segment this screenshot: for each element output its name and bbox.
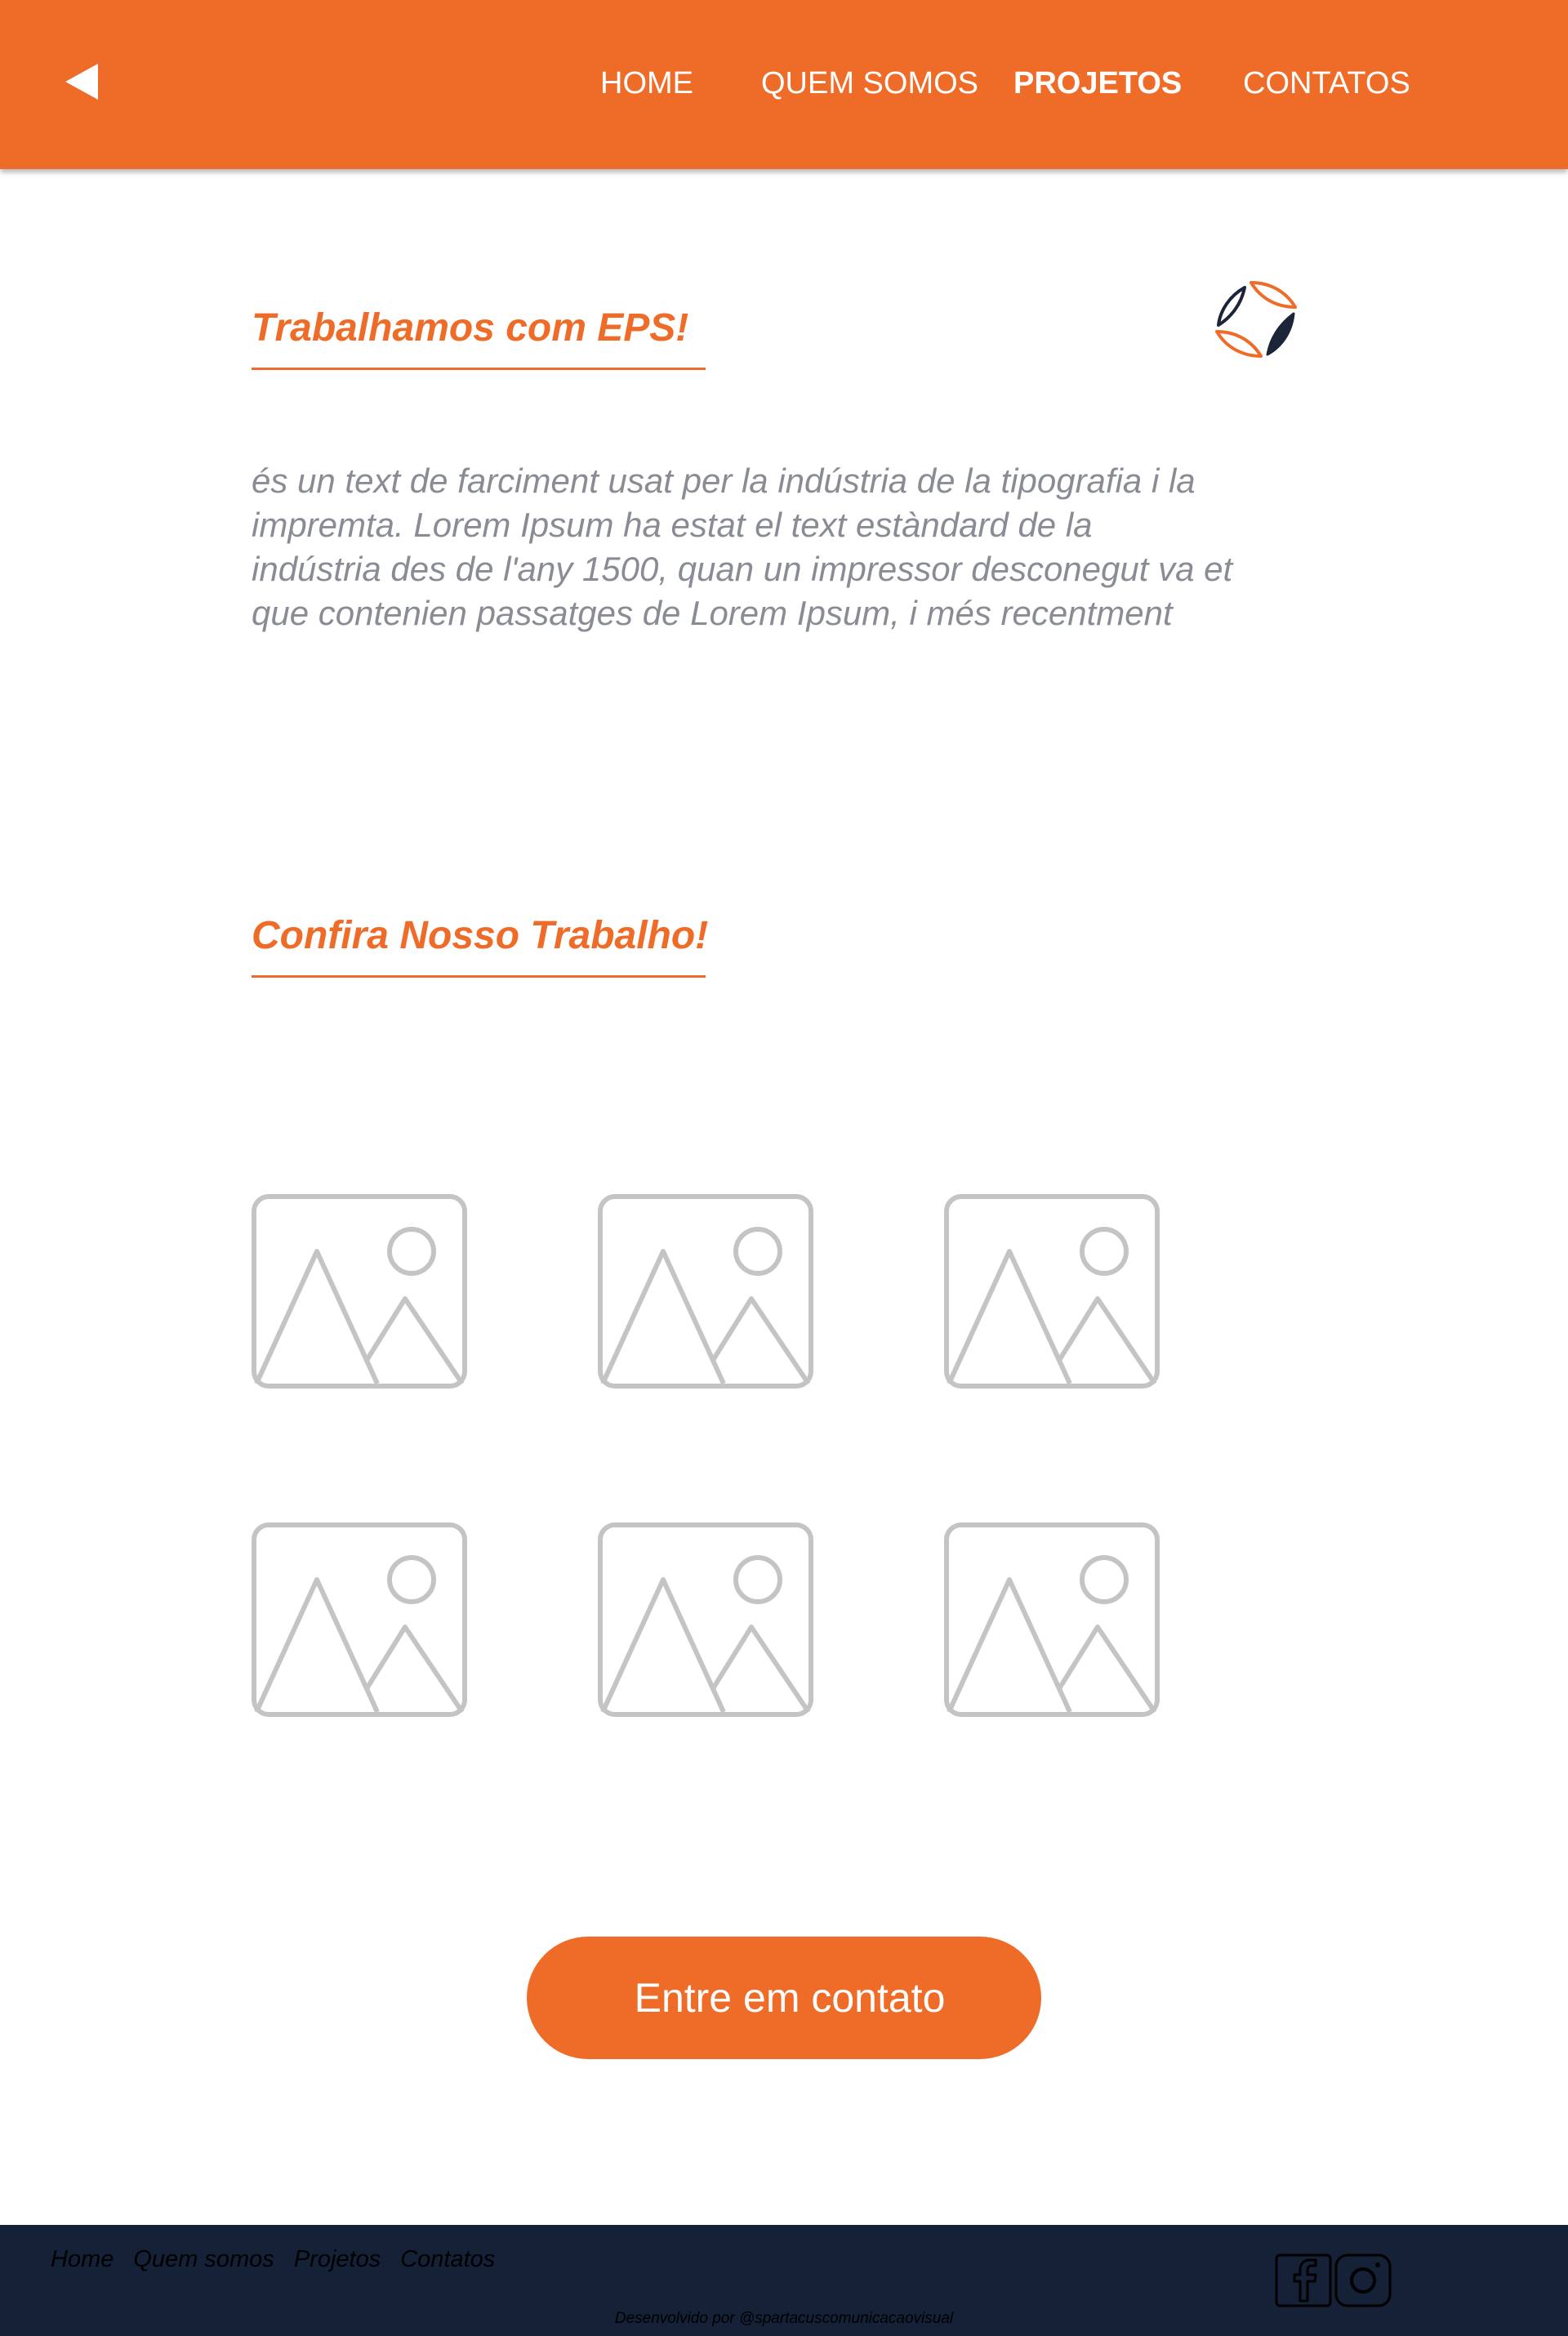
brand-logo-icon [1215, 281, 1297, 358]
instagram-link[interactable] [1334, 2254, 1392, 2307]
image-placeholder-icon [944, 1522, 1160, 1717]
image-placeholder-icon [598, 1194, 813, 1389]
facebook-link[interactable] [1275, 2254, 1332, 2307]
contact-cta-button[interactable]: Entre em contato [527, 1937, 1041, 2059]
brand-logo [1207, 278, 1305, 359]
image-placeholder-icon [252, 1522, 467, 1717]
gallery-item[interactable] [944, 1522, 1160, 1717]
image-placeholder-icon [252, 1194, 467, 1389]
image-placeholder-icon [598, 1522, 813, 1717]
back-button[interactable] [54, 49, 119, 114]
top-navbar: HOME QUEM SOMOS PROJETOS CONTATOS [0, 0, 1568, 169]
footer-link-contatos[interactable]: Contatos [400, 2241, 495, 2277]
facebook-icon [1275, 2254, 1332, 2307]
nav-item-quem-somos[interactable]: QUEM SOMOS [761, 64, 978, 103]
footer-link-quem-somos[interactable]: Quem somos [133, 2241, 274, 2277]
footer-link-projetos[interactable]: Projetos [294, 2241, 381, 2277]
footer: Home Quem somos Projetos Contatos Desenv… [0, 2225, 1568, 2336]
about-text: és un text de farciment usat per la indú… [252, 461, 1233, 632]
footer-credit: Desenvolvido por @spartacuscomunicacaovi… [614, 2310, 954, 2327]
nav-item-home[interactable]: HOME [600, 64, 693, 103]
gallery-item[interactable] [598, 1522, 813, 1717]
nav-item-projetos[interactable]: PROJETOS [1013, 64, 1182, 103]
back-triangle-icon [65, 64, 98, 100]
image-placeholder-icon [944, 1194, 1160, 1389]
gallery-item[interactable] [944, 1194, 1160, 1389]
instagram-icon [1334, 2254, 1392, 2307]
nav-item-contatos[interactable]: CONTATOS [1243, 64, 1410, 103]
gallery-title: Confira Nosso Trabalho! [252, 912, 708, 978]
gallery-item[interactable] [598, 1194, 813, 1389]
gallery-item[interactable] [252, 1522, 467, 1717]
footer-nav: Home Quem somos Projetos Contatos [51, 2241, 495, 2277]
footer-link-home[interactable]: Home [51, 2241, 114, 2277]
about-title: Trabalhamos com EPS! [252, 304, 706, 370]
gallery-item[interactable] [252, 1194, 467, 1389]
project-gallery [252, 1194, 1163, 1722]
